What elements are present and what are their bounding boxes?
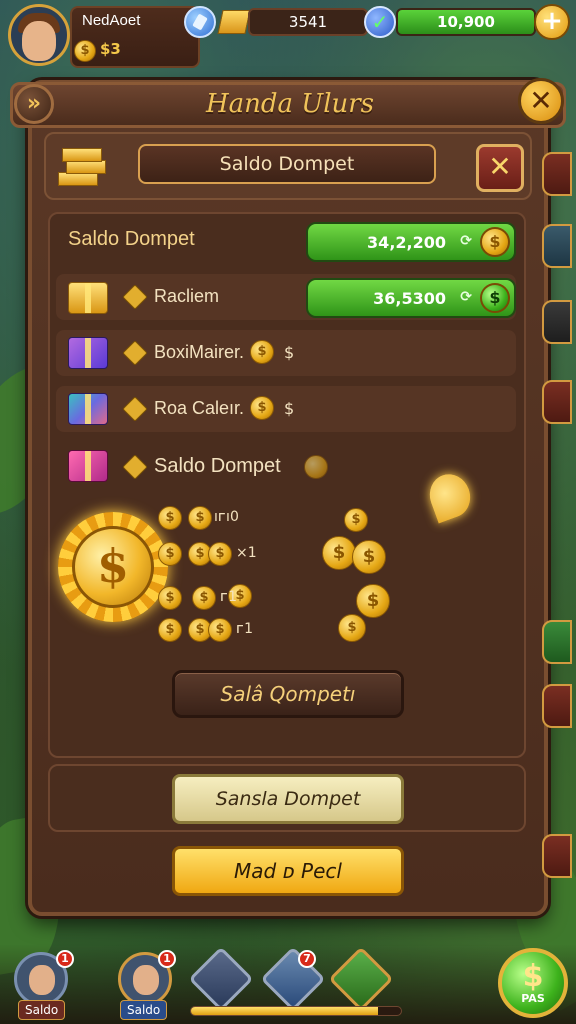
secondary-button[interactable]: Sansla Dompet (172, 774, 404, 824)
coin-amount: ᴦ1 (236, 621, 254, 637)
side-tab-button[interactable] (542, 834, 572, 878)
dollar-sign: $ (284, 343, 295, 362)
side-tab-button[interactable] (542, 380, 572, 424)
coin-icon: $ (192, 586, 216, 610)
balance-bar-primary: 34,2,200 ⟳ $ (306, 222, 516, 262)
side-tab-button[interactable] (542, 224, 572, 268)
notification-badge: 7 (298, 950, 316, 968)
player-avatar[interactable] (8, 4, 70, 66)
progress-bar (190, 1006, 402, 1016)
coin-icon: $ (188, 506, 212, 530)
gift-box-icon (68, 337, 108, 369)
gold-bars-icon (68, 282, 108, 314)
avatar-face (133, 965, 159, 995)
coin-amount: ıᴦı0 (214, 509, 239, 525)
panel-title: Handa Ulurs (205, 89, 375, 119)
coin-amount: ×1 (236, 545, 257, 561)
refresh-icon[interactable]: ⟳ (460, 233, 472, 249)
tag-icon (122, 396, 148, 422)
gold-resource-value: 3541 (248, 8, 368, 36)
shop-coin-symbol: $ (522, 959, 544, 994)
coin-icon: $ (208, 542, 232, 566)
list-item[interactable]: BoxiMairer. $ $ (56, 330, 516, 376)
wallet-ribbon: Saldo Dompet (138, 144, 436, 184)
coin-icon: $ (344, 508, 368, 532)
dollar-sign: $ (284, 399, 295, 418)
coin-icon: $ (158, 618, 182, 642)
coin-icon: $ (208, 618, 232, 642)
coin-icon: $ (352, 540, 386, 574)
balance-label: Saldo Dompet (68, 228, 195, 250)
list-item-label: Roa Caleır. (154, 398, 245, 418)
avatar-label: Saldo (18, 1000, 66, 1020)
side-tab-button[interactable] (542, 300, 572, 344)
list-item-label[interactable]: Saldo Dompet (154, 455, 281, 478)
player-name: NedAoet (82, 12, 141, 29)
coin-icon: $ (250, 340, 274, 364)
coin-icon: $ (250, 396, 274, 420)
coin-icon (304, 455, 328, 479)
avatar-face (22, 21, 56, 61)
check-icon[interactable]: ✓ (364, 6, 396, 38)
side-tab-button[interactable] (542, 152, 572, 196)
side-tab-button[interactable] (542, 620, 572, 664)
refresh-icon[interactable]: ⟳ (460, 289, 472, 305)
tag-icon (122, 284, 148, 310)
coin-icon: $ (356, 584, 390, 618)
green-resource-value: 10,900 (396, 8, 536, 36)
coin-icon: $ (74, 40, 96, 62)
avatar-label: Saldo (120, 1000, 168, 1020)
top-bar: NedAoet $ $3 3541 ✓ 10,900 + (0, 0, 576, 72)
gift-box-icon (68, 450, 108, 482)
player-coins: $3 (100, 40, 121, 58)
balance-bar-secondary: 36,5300 ⟳ $ (306, 278, 516, 318)
back-button[interactable]: » (14, 84, 54, 124)
wallet-action-button[interactable]: Salâ Qompetı (172, 670, 404, 718)
balance-value-secondary: 36,5300 (373, 289, 446, 308)
gem-button[interactable] (184, 6, 216, 38)
list-item[interactable]: Roa Caleır. $ $ (56, 386, 516, 432)
green-coin-icon: $ (480, 283, 510, 313)
wallet-close-button[interactable]: ✕ (476, 144, 524, 192)
side-tab-button[interactable] (542, 684, 572, 728)
coin-icon: $ (158, 506, 182, 530)
coin-icon: $ (322, 536, 356, 570)
primary-button[interactable]: Mad ᴅ Pecl (172, 846, 404, 896)
gold-stack-icon (58, 146, 110, 190)
notification-badge: 1 (158, 950, 176, 968)
coin-amount: ᴦ1 (220, 589, 238, 605)
list-item-label: Racliem (154, 286, 220, 306)
gold-bar-icon (217, 10, 251, 34)
gift-box-icon (68, 393, 108, 425)
coin-icon: $ (338, 614, 366, 642)
shop-coin-label: PAS (521, 992, 545, 1005)
add-resource-button[interactable]: + (534, 4, 570, 40)
notification-badge: 1 (56, 950, 74, 968)
coin-icon: $ (158, 542, 182, 566)
coin-icon: $ (158, 586, 182, 610)
list-item-label: BoxiMairer. (154, 342, 245, 362)
shop-coin-button[interactable]: $ PAS (498, 948, 568, 1018)
avatar-face (29, 965, 55, 995)
close-panel-button[interactable]: ✕ (518, 78, 564, 124)
balance-value-primary: 34,2,200 (367, 233, 446, 252)
tag-icon (122, 340, 148, 366)
gold-coin-icon: $ (480, 227, 510, 257)
progress-fill (191, 1007, 378, 1015)
gold-seal-icon: $ (58, 512, 168, 622)
